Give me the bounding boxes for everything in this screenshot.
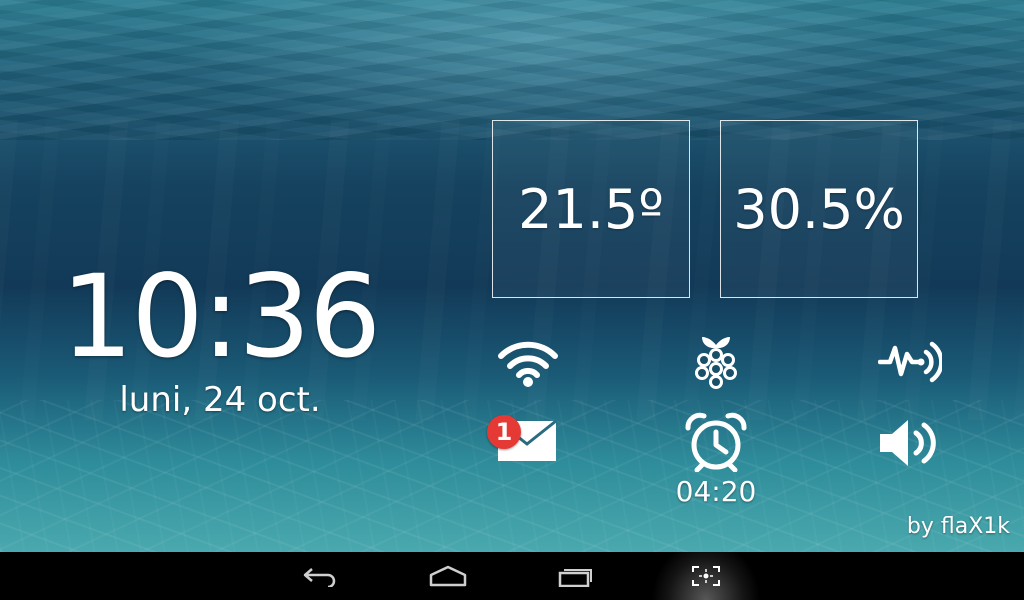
- temperature-tile[interactable]: 21.5º: [492, 120, 690, 298]
- humidity-value: 30.5%: [733, 177, 905, 241]
- screenshot-button[interactable]: [676, 552, 736, 600]
- author-credit: by flaX1k: [906, 514, 1010, 539]
- underwater-wallpaper: 10:36 luni, 24 oct. 21.5º 30.5% 1 04:20 …: [0, 0, 1024, 552]
- temperature-value: 21.5º: [518, 177, 664, 241]
- wifi-icon[interactable]: [497, 338, 559, 388]
- pulse-signal-icon[interactable]: [878, 338, 942, 384]
- raspberry-pi-icon[interactable]: [690, 333, 742, 391]
- recent-apps-button[interactable]: [546, 552, 606, 600]
- recent-apps-icon: [558, 569, 592, 587]
- home-icon: [429, 565, 467, 587]
- back-icon: [303, 568, 336, 587]
- home-button[interactable]: [418, 552, 478, 600]
- back-button[interactable]: [290, 552, 350, 600]
- humidity-tile[interactable]: 30.5%: [720, 120, 918, 298]
- clock-time[interactable]: 10:36: [60, 252, 382, 382]
- clock-date: luni, 24 oct.: [119, 380, 321, 420]
- volume-icon[interactable]: [878, 416, 942, 470]
- water-surface-texture: [0, 0, 1024, 140]
- alarm-time: 04:20: [675, 475, 757, 508]
- screenshot-icon: [692, 566, 720, 586]
- mail-unread-badge: 1: [487, 415, 521, 449]
- navigation-bar: [0, 552, 1024, 600]
- alarm-clock-icon[interactable]: [684, 412, 748, 472]
